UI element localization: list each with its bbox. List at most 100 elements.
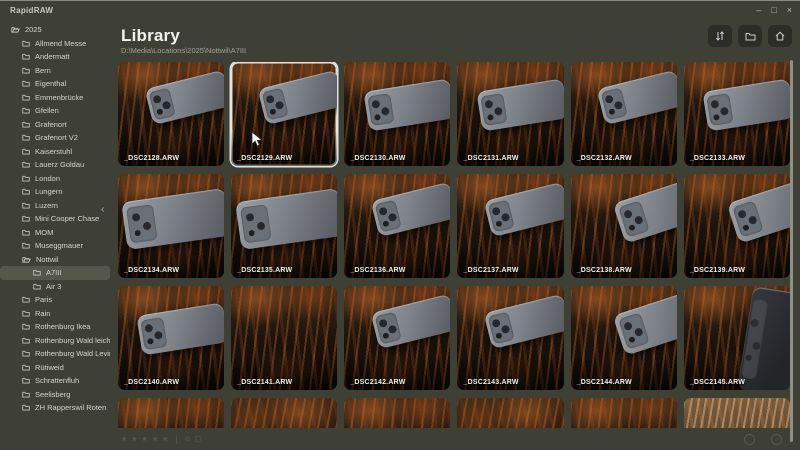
sidebar-item-rothenburg-wald-leicht[interactable]: Rothenburg Wald leicht…	[0, 334, 110, 348]
sidebar-item-london[interactable]: London	[0, 172, 110, 186]
photo-thumbnail-dsc2135-arw[interactable]: _DSC2135.ARW	[231, 174, 337, 278]
camera-module	[488, 311, 515, 344]
photo-thumbnail-partial[interactable]	[231, 398, 337, 428]
photo-thumbnail-dsc2136-arw[interactable]: _DSC2136.ARW	[344, 174, 450, 278]
filename-label: _DSC2137.ARW	[463, 267, 518, 274]
phone-in-grass-photo	[702, 78, 789, 131]
sidebar-item-gfellen[interactable]: Gfellen	[0, 104, 110, 118]
folder-icon	[22, 202, 30, 209]
sidebar-item-zh-rapperswil-roten[interactable]: ZH Rapperswil Roten	[0, 401, 110, 415]
sidebar-item-paris[interactable]: Paris	[0, 293, 110, 307]
home-button[interactable]	[768, 25, 792, 47]
photo-thumbnail-dsc2139-arw[interactable]: _DSC2139.ARW	[684, 174, 790, 278]
star-icon[interactable]: ★	[152, 435, 158, 443]
sidebar-item-andermatt[interactable]: Andermatt	[0, 50, 110, 64]
sidebar-item-eigenthal[interactable]: Eigenthal	[0, 77, 110, 91]
sidebar-item-rain[interactable]: Rain	[0, 307, 110, 321]
sidebar-item-schrattenfluh[interactable]: Schrattenfluh	[0, 374, 110, 388]
maximize-icon[interactable]: □	[771, 5, 776, 15]
sidebar-item-rothenburg-wald-levin[interactable]: Rothenburg Wald Levin …	[0, 347, 110, 361]
filename-label: _DSC2134.ARW	[124, 267, 179, 274]
photo-thumbnail-partial[interactable]	[457, 398, 563, 428]
sort-icon	[715, 31, 725, 41]
folder-icon	[22, 107, 30, 114]
sidebar-item-kaiserstuhl[interactable]: Kaiserstuhl	[0, 145, 110, 159]
photo-thumbnail-dsc2140-arw[interactable]: _DSC2140.ARW	[118, 286, 224, 390]
photo-thumbnail-dsc2143-arw[interactable]: _DSC2143.ARW	[457, 286, 563, 390]
photo-thumbnail-dsc2130-arw[interactable]: _DSC2130.ARW	[344, 62, 450, 166]
folder-icon	[22, 350, 30, 357]
sidebar-item-nottwil[interactable]: Nottwil	[0, 253, 110, 267]
folder-icon	[22, 229, 30, 236]
open-folder-button[interactable]	[738, 25, 762, 47]
sidebar-item-label: Rothenburg Ikea	[35, 322, 90, 331]
sidebar-item-label: Eigenthal	[35, 79, 66, 88]
photo-thumbnail-dsc2138-arw[interactable]: _DSC2138.ARW	[571, 174, 677, 278]
sidebar-item-allmend-messe[interactable]: Allmend Messe	[0, 37, 110, 51]
star-icon[interactable]: ★	[131, 435, 137, 443]
sidebar-item-label: Nottwil	[36, 255, 59, 264]
sidebar-item-mini-cooper-chase[interactable]: Mini Cooper Chase	[0, 212, 110, 226]
filename-label: _DSC2140.ARW	[124, 379, 179, 386]
photo-thumbnail-dsc2134-arw[interactable]: _DSC2134.ARW	[118, 174, 224, 278]
sidebar-item-bern[interactable]: Bern	[0, 64, 110, 78]
filter-icon[interactable]: ▢	[195, 435, 202, 443]
photo-thumbnail-dsc2133-arw[interactable]: _DSC2133.ARW	[684, 62, 790, 166]
photo-thumbnail-partial[interactable]	[118, 398, 224, 428]
rating-filter-bar[interactable]: ★★★★★|⊘▢	[121, 434, 201, 444]
photo-thumbnail-dsc2128-arw[interactable]: _DSC2128.ARW	[118, 62, 224, 166]
folder-icon	[22, 94, 30, 101]
sidebar-item-emmenbr-cke[interactable]: Emmenbrücke	[0, 91, 110, 105]
sidebar-item-label: Rütiweid	[35, 363, 64, 372]
filter-icon[interactable]: ⊘	[185, 435, 191, 443]
phone-in-grass-photo	[613, 288, 677, 355]
sidebar-item-label: 2025	[25, 25, 42, 34]
folder-icon	[22, 391, 30, 398]
thumbnail-grid: _DSC2128.ARW _DSC2129.ARW _DSC2130.ARW _…	[118, 62, 790, 428]
sidebar-collapse-icon[interactable]: ‹	[101, 204, 104, 215]
sidebar-item-grafenort[interactable]: Grafenort	[0, 118, 110, 132]
photo-thumbnail-dsc2132-arw[interactable]: _DSC2132.ARW	[571, 62, 677, 166]
sidebar-item-grafenort-v2[interactable]: Grafenort V2	[0, 131, 110, 145]
photo-thumbnail-partial[interactable]	[344, 398, 450, 428]
star-icon[interactable]: ★	[142, 435, 148, 443]
bottom-circle-icon[interactable]	[744, 434, 755, 445]
phone-in-grass-photo	[726, 176, 790, 243]
folder-icon	[22, 337, 30, 344]
photo-thumbnail-dsc2129-arw[interactable]: _DSC2129.ARW	[231, 62, 337, 166]
star-icon[interactable]: ★	[162, 435, 168, 443]
sidebar-item-seelisberg[interactable]: Seelisberg	[0, 388, 110, 402]
page-title: Library	[121, 26, 180, 46]
camera-module	[601, 87, 628, 120]
folder-icon	[22, 67, 30, 74]
close-icon[interactable]: ×	[787, 5, 792, 15]
photo-thumbnail-dsc2142-arw[interactable]: _DSC2142.ARW	[344, 286, 450, 390]
phone-in-grass-photo	[137, 302, 224, 355]
photo-thumbnail-partial[interactable]	[571, 398, 677, 428]
sidebar-item-a7iii[interactable]: A7III	[0, 266, 110, 280]
sidebar-item-lungern[interactable]: Lungern	[0, 185, 110, 199]
sidebar-item-air-3[interactable]: Air 3	[0, 280, 110, 294]
photo-thumbnail-dsc2131-arw[interactable]: _DSC2131.ARW	[457, 62, 563, 166]
sidebar-item-lauerz-goldau[interactable]: Lauerz Goldau	[0, 158, 110, 172]
filename-label: _DSC2133.ARW	[690, 155, 745, 162]
sidebar-item-r-tiweid[interactable]: Rütiweid	[0, 361, 110, 375]
bottom-circle-icon[interactable]	[771, 434, 782, 445]
bottom-right-controls[interactable]	[744, 434, 782, 445]
photo-thumbnail-dsc2144-arw[interactable]: _DSC2144.ARW	[571, 286, 677, 390]
sidebar-item-museggmauer[interactable]: Museggmauer	[0, 239, 110, 253]
sidebar-item-2025[interactable]: 2025	[0, 23, 110, 37]
photo-thumbnail-dsc2137-arw[interactable]: _DSC2137.ARW	[457, 174, 563, 278]
photo-thumbnail-dsc2145-arw[interactable]: _DSC2145.ARW	[684, 286, 790, 390]
minimize-icon[interactable]: –	[756, 5, 761, 15]
sidebar-item-mom[interactable]: MOM	[0, 226, 110, 240]
sidebar-item-rothenburg-ikea[interactable]: Rothenburg Ikea	[0, 320, 110, 334]
star-icon[interactable]: ★	[121, 435, 127, 443]
sort-button[interactable]	[708, 25, 732, 47]
sidebar-item-luzern[interactable]: Luzern	[0, 199, 110, 213]
photo-thumbnail-dsc2141-arw[interactable]: _DSC2141.ARW	[231, 286, 337, 390]
photo-thumbnail-partial[interactable]	[684, 398, 790, 428]
vertical-scrollbar[interactable]	[790, 60, 793, 442]
folder-sidebar: 2025 Allmend Messe Andermatt Bern Eigent…	[0, 23, 115, 450]
camera-module	[367, 93, 394, 126]
